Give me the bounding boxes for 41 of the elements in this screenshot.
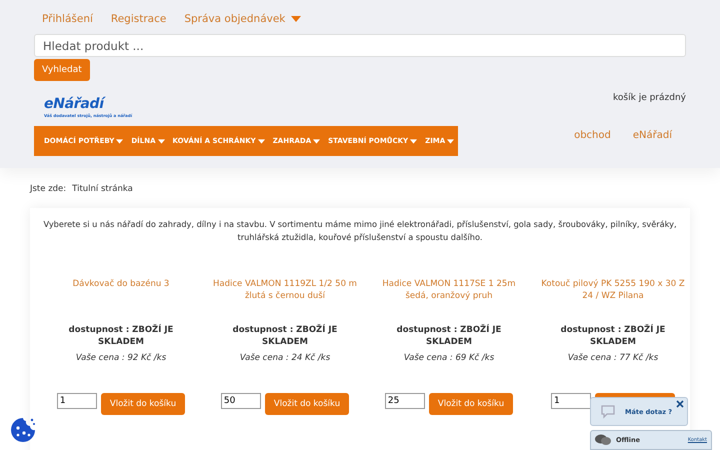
availability-text: dostupnost : ZBOŽÍ JE SKLADEM — [68, 324, 174, 348]
caret-icon — [158, 138, 165, 144]
speech-bubble-icon — [601, 404, 615, 418]
caret-icon — [258, 138, 265, 144]
add-to-cart-button[interactable]: Vložit do košíku — [428, 393, 514, 415]
cookie-icon[interactable] — [10, 417, 36, 443]
price-text: Vaše cena : 77 Kč /ks — [568, 353, 658, 363]
header-link[interactable]: eNářadí — [632, 130, 672, 141]
caret-icon — [410, 138, 418, 144]
product-name-link[interactable]: Kotouč pilový PK 5255 190 x 30 Z 24 / WZ Pilana — [538, 278, 688, 324]
top-nav-link[interactable]: Registrace — [110, 13, 166, 25]
intro-text: Vyberete si u nás nářadí do zahrady, dílny i na stavbu. V sortimentu máme mimo jiné elektronářadi, příslušenství, gola sady, šroubováky, pilníky, svěráky, truhlářská ztužidla, kouřové příslušenství a spoustu dalšího. — [42, 218, 678, 244]
breadcrumb-label: Jste zde: — [30, 184, 66, 194]
search-field[interactable]: Hledat produkt ... — [34, 34, 686, 57]
add-to-cart-button[interactable]: Vložit do košíku — [264, 393, 350, 415]
quantity-field[interactable]: 25 — [384, 393, 425, 409]
caret-icon — [116, 138, 124, 144]
product-name-link[interactable]: Dávkovač do bazénu 3 — [46, 278, 196, 324]
breadcrumb-link[interactable]: Titulní stránka — [72, 184, 133, 194]
add-to-cart-button[interactable]: Vložit do košíku — [100, 393, 186, 415]
chat-bubbles-icon — [595, 434, 611, 446]
price-text: Vaše cena : 92 Kč /ks — [76, 353, 166, 363]
price-text: Vaše cena : 69 Kč /ks — [404, 353, 494, 363]
caret-icon — [447, 138, 454, 144]
quantity-field[interactable]: 1 — [56, 393, 97, 409]
availability-text: dostupnost : ZBOŽÍ JE SKLADEM — [232, 324, 338, 348]
header-link[interactable]: obchod — [574, 130, 611, 141]
caret-icon — [313, 138, 320, 144]
price-text: Vaše cena : 24 Kč /ks — [240, 353, 330, 363]
close-icon[interactable] — [676, 400, 684, 408]
quantity-field[interactable]: 1 — [551, 393, 591, 409]
top-nav-link[interactable]: Správa objednávek — [184, 13, 302, 25]
quantity-field[interactable]: 50 — [220, 393, 261, 409]
product-name-link[interactable]: Hadice VALMON 1119ZL 1/2 50 m žlutá s černou duší — [210, 278, 360, 324]
search-button[interactable]: Vyhledat — [34, 59, 90, 81]
availability-text: dostupnost : ZBOŽÍ JE SKLADEM — [396, 324, 502, 348]
cart-status: košík je prázdný — [613, 93, 686, 103]
product-name-link[interactable]: Hadice VALMON 1117SE 1 25m šedá, oranžový pruh — [374, 278, 524, 324]
logo-wordmark[interactable]: eNářadí — [44, 97, 132, 111]
top-nav-link[interactable]: Přihlášení — [42, 13, 93, 25]
availability-text: dostupnost : ZBOŽÍ JE SKLADEM — [560, 324, 666, 348]
